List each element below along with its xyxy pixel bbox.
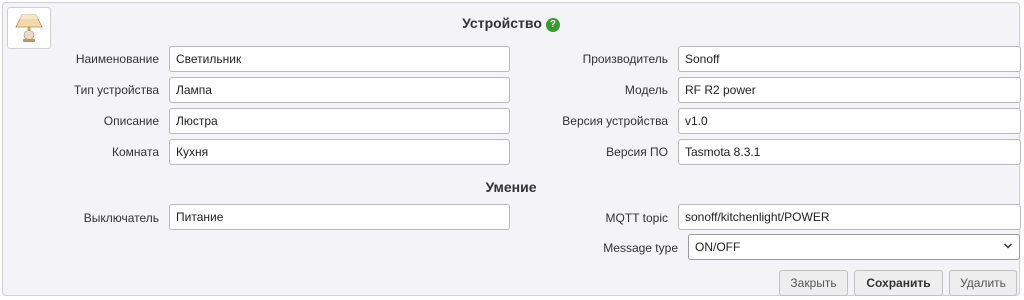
name-field[interactable] (169, 46, 510, 72)
model-field[interactable] (678, 77, 1021, 103)
chevron-down-icon (1003, 243, 1013, 249)
device-version-label: Версия устройства (562, 114, 668, 128)
switch-label: Выключатель (83, 211, 159, 225)
message-type-select[interactable]: ON/OFF (688, 234, 1020, 260)
device-version-field[interactable] (678, 108, 1021, 134)
mqtt-topic-label: MQTT topic (605, 211, 668, 225)
save-button[interactable]: Сохранить (854, 270, 943, 296)
firmware-version-field[interactable] (678, 139, 1021, 165)
skill-section-title: Умение (485, 179, 537, 195)
device-type-field[interactable] (169, 77, 510, 103)
firmware-version-label: Версия ПО (606, 145, 668, 159)
delete-button[interactable]: Удалить (949, 270, 1017, 296)
switch-field[interactable] (169, 204, 510, 230)
device-panel: Устройство? Наименование Тип устройства … (2, 2, 1021, 296)
close-button[interactable]: Закрыть (779, 270, 848, 296)
description-label: Описание (103, 114, 159, 128)
manufacturer-field[interactable] (678, 46, 1021, 72)
room-label: Комната (112, 145, 159, 159)
name-label: Наименование (75, 52, 159, 66)
description-field[interactable] (169, 108, 510, 134)
device-section-title-text: Устройство (462, 15, 542, 31)
device-type-label: Тип устройства (73, 83, 159, 97)
question-icon[interactable]: ? (545, 18, 560, 32)
device-section-title: Устройство? (3, 15, 1019, 32)
room-field[interactable] (169, 139, 510, 165)
mqtt-topic-field[interactable] (678, 204, 1021, 230)
manufacturer-label: Производитель (582, 52, 668, 66)
model-label: Модель (624, 83, 668, 97)
message-type-label: Message type (603, 241, 678, 255)
message-type-value: ON/OFF (695, 240, 741, 254)
